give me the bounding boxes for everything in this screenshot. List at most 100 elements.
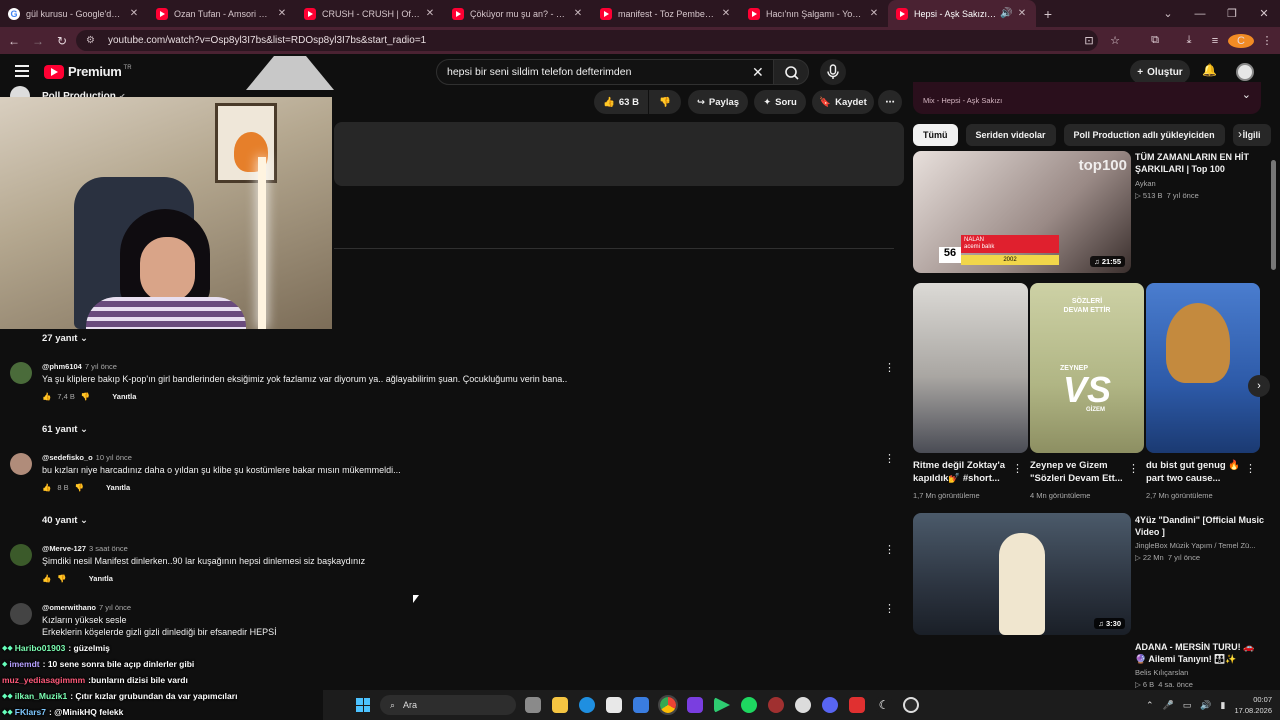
replies-toggle[interactable]: 40 yanıt ⌄: [42, 515, 88, 526]
task-view-icon[interactable]: [525, 697, 541, 713]
app-icon[interactable]: ☾: [876, 697, 892, 713]
thumbs-down-icon[interactable]: 👎: [57, 574, 66, 583]
comment-menu-icon[interactable]: ⋮: [884, 604, 895, 615]
back-icon[interactable]: ←: [2, 34, 26, 48]
short-title[interactable]: du bist gut genug 🔥 part two cause...: [1146, 459, 1244, 485]
app-icon[interactable]: [903, 697, 919, 713]
short-menu-icon[interactable]: ⋮: [1245, 462, 1256, 475]
new-tab-button[interactable]: +: [1036, 0, 1060, 27]
browser-tab[interactable]: manifest - Toz Pembe | Official✕: [592, 0, 740, 27]
media-player-icon[interactable]: [714, 697, 730, 713]
comment-menu-icon[interactable]: ⋮: [884, 545, 895, 556]
discord-icon[interactable]: [822, 697, 838, 713]
obs-icon[interactable]: [768, 697, 784, 713]
comment-author[interactable]: @Merve-127: [42, 544, 86, 553]
comment-age[interactable]: 3 saat önce: [89, 544, 128, 553]
tab-search-icon[interactable]: ⌄: [1152, 7, 1184, 20]
taskbar-search-input[interactable]: ⌕ Ara: [380, 695, 516, 715]
volume-icon[interactable]: 🔊: [1200, 700, 1211, 711]
reload-icon[interactable]: ↻: [50, 34, 74, 48]
display-icon[interactable]: ▭: [1183, 700, 1192, 711]
downloads-icon[interactable]: ⤓: [1176, 34, 1202, 47]
comment-age[interactable]: 10 yıl önce: [96, 453, 132, 462]
close-tab-icon[interactable]: ✕: [128, 8, 140, 19]
commenter-avatar[interactable]: [10, 603, 32, 625]
profile-avatar[interactable]: C: [1228, 33, 1254, 48]
voice-search-button[interactable]: [820, 59, 846, 85]
file-explorer-icon[interactable]: [552, 697, 568, 713]
short-title[interactable]: Ritme değil Zoktay'a kapıldık💅 #short...: [913, 459, 1011, 485]
comment-age[interactable]: 7 yıl önce: [99, 603, 131, 612]
commenter-avatar[interactable]: [10, 544, 32, 566]
video-channel[interactable]: Aykan: [1135, 178, 1156, 189]
chevron-right-icon[interactable]: ›: [1238, 127, 1242, 141]
extensions-icon[interactable]: ⧉: [1142, 34, 1168, 47]
comment-author[interactable]: @omerwithano: [42, 603, 96, 612]
short-menu-icon[interactable]: ⋮: [1128, 462, 1139, 475]
share-button[interactable]: ↪ Paylaş: [688, 90, 748, 114]
description-box[interactable]: [334, 122, 904, 186]
mail-icon[interactable]: [633, 697, 649, 713]
taskbar-clock[interactable]: 00:07 17.08.2026: [1234, 694, 1272, 716]
spotify-icon[interactable]: [741, 697, 757, 713]
app-icon[interactable]: [849, 697, 865, 713]
battery-icon[interactable]: ▮: [1221, 700, 1226, 711]
youtube-logo[interactable]: Premium TR: [44, 64, 132, 79]
ask-button[interactable]: ✦ Soru: [754, 90, 806, 114]
comment-age[interactable]: 7 yıl önce: [85, 362, 117, 371]
browser-menu-icon[interactable]: ⋮: [1254, 34, 1280, 47]
edge-icon[interactable]: [579, 697, 595, 713]
close-tab-icon[interactable]: ✕: [1016, 8, 1028, 19]
thumbs-down-icon[interactable]: 👎: [81, 392, 90, 401]
replies-toggle[interactable]: 61 yanıt ⌄: [42, 424, 88, 435]
forward-icon[interactable]: →: [26, 34, 50, 48]
mix-playlist-header[interactable]: Mix - Hepsi - Aşk Sakızı ⌄: [913, 82, 1261, 114]
dislike-button[interactable]: 👎: [649, 90, 681, 114]
commenter-avatar[interactable]: [10, 362, 32, 384]
windows-start-icon[interactable]: [356, 698, 370, 712]
video-channel[interactable]: JingleBox Müzik Yapım / Temel Zü...: [1135, 540, 1265, 551]
tray-chevron-icon[interactable]: ⌃: [1146, 700, 1154, 711]
clear-search-icon[interactable]: ✕: [752, 64, 764, 81]
create-button[interactable]: + Oluştur: [1130, 60, 1190, 84]
short-thumbnail[interactable]: [1146, 283, 1260, 453]
replies-toggle[interactable]: 27 yanıt ⌄: [42, 333, 88, 344]
browser-tab[interactable]: Ggül kurusu - Google'da Ara ✕: [0, 0, 148, 27]
video-title[interactable]: 4Yüz "Dandini" [Official Music Video ]: [1135, 514, 1265, 538]
chip-all[interactable]: Tümü: [913, 124, 958, 146]
comment-author[interactable]: @sedefisko_o: [42, 453, 93, 462]
install-app-icon[interactable]: ⊡: [1076, 34, 1102, 47]
speaker-icon[interactable]: 🔊: [1000, 8, 1012, 19]
account-avatar[interactable]: [1236, 63, 1254, 81]
video-editor-icon[interactable]: [687, 697, 703, 713]
short-thumbnail[interactable]: [913, 283, 1028, 453]
video-thumbnail[interactable]: top100 56 NALAN acemi balık 2002 ♫ 21:55: [913, 151, 1131, 273]
save-button[interactable]: 🔖 Kaydet: [812, 90, 874, 114]
site-settings-icon[interactable]: ⚙: [86, 35, 98, 46]
close-tab-icon[interactable]: ✕: [572, 8, 584, 19]
close-window-icon[interactable]: ✕: [1248, 7, 1280, 20]
chevron-down-icon[interactable]: ⌄: [1242, 88, 1251, 101]
chrome-icon[interactable]: [658, 695, 678, 715]
chip-uploader[interactable]: Poll Production adlı yükleyiciden: [1063, 124, 1225, 146]
microphone-icon[interactable]: 🎤: [1163, 700, 1174, 711]
reply-button[interactable]: Yanıtla: [112, 392, 136, 401]
video-thumbnail[interactable]: ♫ 3:30: [913, 513, 1131, 635]
menu-icon[interactable]: [15, 65, 29, 77]
chip-series[interactable]: Seriden videolar: [965, 124, 1056, 146]
store-icon[interactable]: [606, 697, 622, 713]
commenter-avatar[interactable]: [10, 453, 32, 475]
browser-tab[interactable]: Ozan Tufan - Amsori Heel...✕: [148, 0, 296, 27]
maximize-icon[interactable]: ❐: [1216, 7, 1248, 20]
media-controls-icon[interactable]: ≡: [1202, 35, 1228, 47]
notifications-bell-icon[interactable]: 🔔: [1202, 63, 1217, 77]
reply-button[interactable]: Yanıtla: [106, 483, 130, 492]
address-bar[interactable]: ⚙ youtube.com/watch?v=Osp8yl3I7bs&list=R…: [76, 30, 1098, 51]
minimize-icon[interactable]: —: [1184, 8, 1216, 20]
browser-tab-active[interactable]: Hepsi - Aşk Sakızı - YouTube🔊✕: [888, 0, 1036, 27]
app-icon[interactable]: [795, 697, 811, 713]
close-tab-icon[interactable]: ✕: [424, 8, 436, 19]
thumbs-down-icon[interactable]: 👎: [75, 483, 84, 492]
more-actions-button[interactable]: ⋯: [878, 90, 902, 114]
search-input[interactable]: hepsi bir seni sildim telefon defterimde…: [436, 59, 776, 85]
